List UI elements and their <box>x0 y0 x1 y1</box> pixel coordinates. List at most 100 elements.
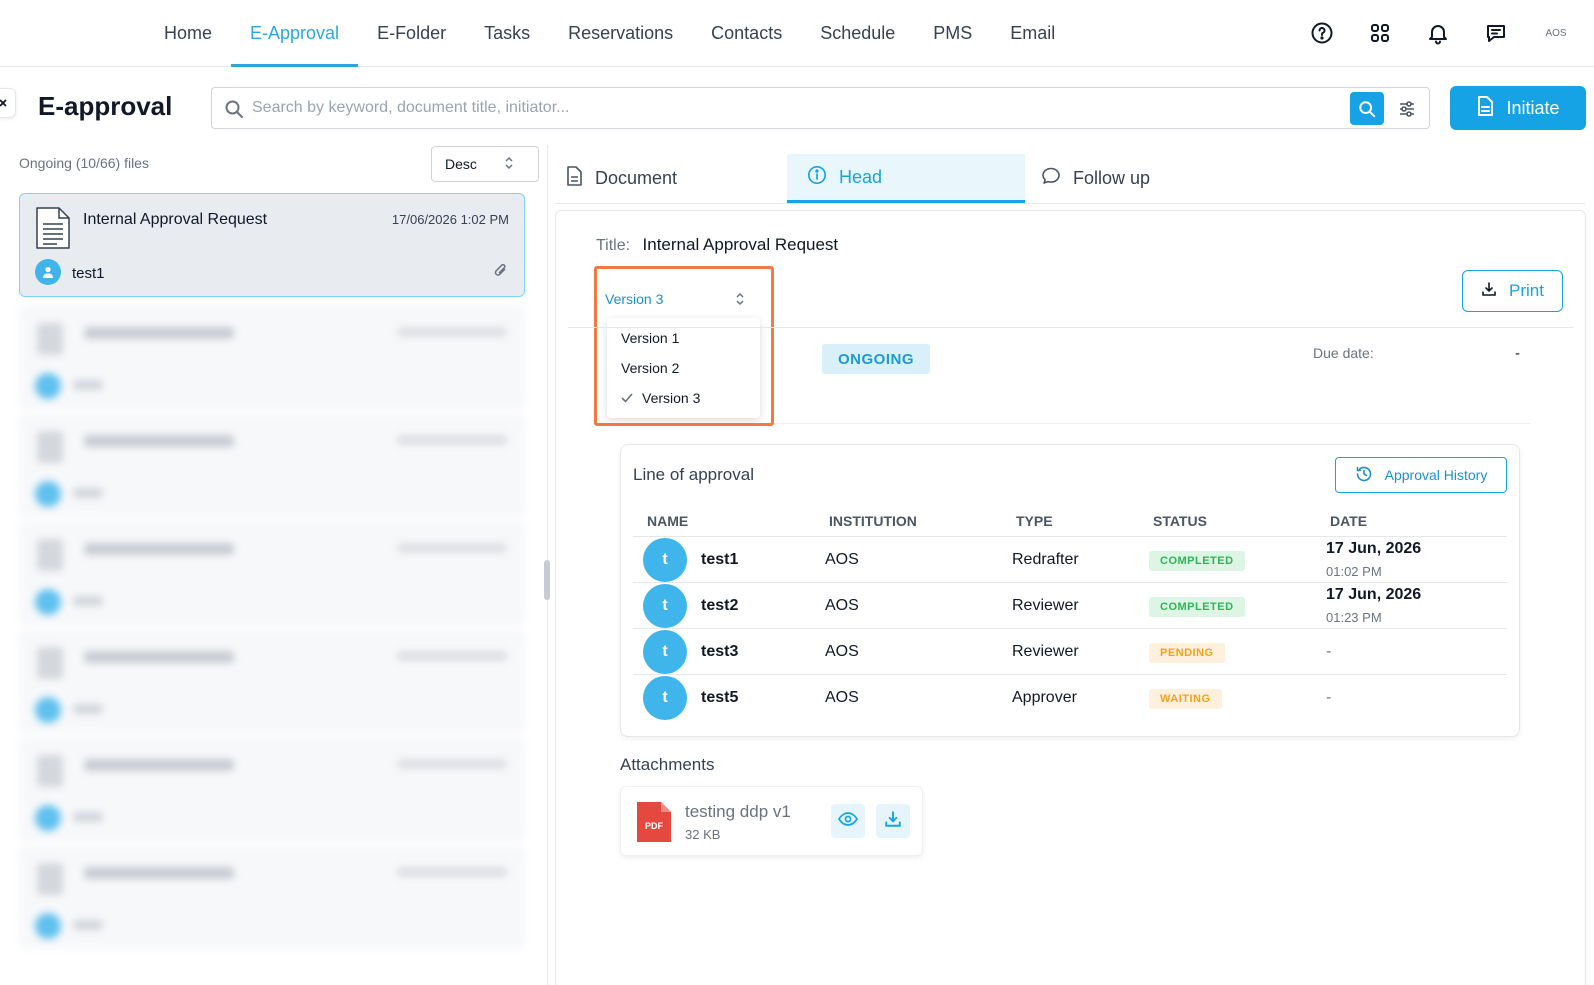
list-count: Ongoing (10/66) files <box>19 155 149 171</box>
approver-name: test1 <box>701 551 739 568</box>
table-row[interactable]: t test5 AOS Approver WAITING - <box>633 675 1507 721</box>
table-row[interactable]: t test1 AOS Redrafter COMPLETED 17 Jun, … <box>633 537 1507 583</box>
tab-follow-up[interactable]: Follow up <box>1029 154 1269 203</box>
divider <box>774 423 1530 424</box>
status-badge: PENDING <box>1149 643 1225 663</box>
approver-type: Reviewer <box>1012 597 1079 614</box>
view-attachment-button[interactable] <box>831 804 865 838</box>
approver-institution: AOS <box>825 643 859 660</box>
top-navigation-bar: Home E-Approval E-Folder Tasks Reservati… <box>0 0 1594 67</box>
nav-reservations[interactable]: Reservations <box>549 0 692 66</box>
approver-avatar: t <box>643 584 687 628</box>
user-avatar[interactable]: AOS <box>1540 17 1572 49</box>
document-title-row: Title: Internal Approval Request <box>596 235 838 255</box>
eye-icon <box>837 811 859 831</box>
document-icon <box>565 166 583 191</box>
list-item-user: test1 <box>72 265 105 282</box>
nav-home[interactable]: Home <box>145 0 231 66</box>
nav-pms[interactable]: PMS <box>914 0 991 66</box>
table-row[interactable]: t test3 AOS Reviewer PENDING - <box>633 629 1507 675</box>
approval-time: 01:23 PM <box>1326 610 1382 625</box>
status-badge: COMPLETED <box>1149 597 1245 617</box>
approval-date: - <box>1326 689 1332 706</box>
approver-name: test3 <box>701 643 739 660</box>
print-label: Print <box>1509 281 1544 300</box>
attachment-file-name: testing ddp v1 <box>685 802 791 821</box>
list-item[interactable] <box>19 629 525 733</box>
version-select[interactable]: Version 3 <box>605 279 765 319</box>
approver-name: test5 <box>701 689 739 706</box>
bell-icon[interactable] <box>1424 19 1452 47</box>
paperclip-icon <box>493 261 509 284</box>
help-icon[interactable] <box>1308 19 1336 47</box>
sort-value: Desc <box>445 156 477 172</box>
search-icon <box>224 99 244 124</box>
title-label: Title: <box>596 237 631 254</box>
version-selected-value: Version 3 <box>605 291 664 307</box>
document-file-icon <box>35 206 71 255</box>
column-header-institution: INSTITUTION <box>829 513 917 529</box>
tab-head[interactable]: Head <box>787 154 1025 203</box>
divider <box>568 327 1573 328</box>
table-row[interactable]: t test2 AOS Reviewer COMPLETED 17 Jun, 2… <box>633 583 1507 629</box>
nav-e-approval[interactable]: E-Approval <box>231 0 359 67</box>
approval-history-label: Approval History <box>1384 467 1488 483</box>
user-avatar-icon <box>35 259 61 285</box>
collapse-sidebar-button[interactable] <box>0 88 16 118</box>
tab-head-label: Head <box>839 166 883 187</box>
top-icons: AOS <box>1308 0 1572 66</box>
download-attachment-button[interactable] <box>876 804 910 838</box>
filter-sliders-icon[interactable] <box>1392 94 1422 124</box>
due-date-label: Due date: <box>1313 345 1374 361</box>
initiate-button[interactable]: Initiate <box>1450 86 1586 130</box>
list-item[interactable] <box>19 305 525 409</box>
list-item[interactable] <box>19 737 525 841</box>
attachment-file-size: 32 KB <box>685 827 721 842</box>
status-badge: ONGOING <box>822 344 930 374</box>
history-icon <box>1355 465 1373 486</box>
nav-schedule[interactable]: Schedule <box>801 0 914 66</box>
list-item[interactable] <box>19 521 525 625</box>
nav-contacts[interactable]: Contacts <box>692 0 801 66</box>
search-input[interactable] <box>252 96 1302 120</box>
approver-type: Redrafter <box>1012 551 1079 568</box>
attachment-item: PDF testing ddp v1 32 KB <box>620 786 923 856</box>
apps-grid-icon[interactable] <box>1366 19 1394 47</box>
approver-type: Reviewer <box>1012 643 1079 660</box>
approver-avatar: t <box>643 538 687 582</box>
due-date-value: - <box>1515 345 1520 362</box>
line-of-approval-card: Line of approval Approval History NAME I… <box>620 444 1520 737</box>
approval-history-button[interactable]: Approval History <box>1335 457 1507 493</box>
download-icon <box>1481 281 1497 302</box>
approval-table: NAME INSTITUTION TYPE STATUS DATE t test… <box>633 503 1507 721</box>
line-of-approval-heading: Line of approval <box>633 465 754 484</box>
list-item[interactable] <box>19 845 525 949</box>
pdf-file-icon: PDF <box>635 802 671 847</box>
approval-date: 17 Jun, 2026 <box>1326 540 1422 557</box>
nav-e-folder[interactable]: E-Folder <box>358 0 465 66</box>
column-header-type: TYPE <box>1016 513 1053 529</box>
tab-document[interactable]: Document <box>555 154 775 203</box>
version-option-3[interactable]: Version 3 <box>607 383 760 413</box>
version-option-2[interactable]: Version 2 <box>607 353 760 383</box>
page-title: E-approval <box>38 91 173 121</box>
resize-handle[interactable] <box>544 560 550 600</box>
nav-tasks[interactable]: Tasks <box>465 0 549 66</box>
search-button[interactable] <box>1350 92 1384 125</box>
list-item[interactable] <box>19 413 525 517</box>
sort-select[interactable]: Desc <box>431 146 539 182</box>
tab-follow-up-label: Follow up <box>1073 168 1151 188</box>
list-item-date: 17/06/2026 1:02 PM <box>391 212 509 227</box>
column-header-date: DATE <box>1330 513 1368 529</box>
chevron-updown-icon <box>504 156 514 173</box>
chat-icon[interactable] <box>1482 19 1510 47</box>
print-button[interactable]: Print <box>1462 270 1563 312</box>
info-icon <box>807 165 827 190</box>
version-option-label: Version 2 <box>621 360 680 376</box>
detail-tabs: Document Head Follow up <box>555 154 1585 204</box>
list-item-title: Internal Approval Request <box>83 211 268 228</box>
nav-email[interactable]: Email <box>991 0 1074 66</box>
approver-institution: AOS <box>825 551 859 568</box>
approver-avatar: t <box>643 676 687 720</box>
list-item-selected[interactable]: Internal Approval Request 17/06/2026 1:0… <box>19 193 525 297</box>
